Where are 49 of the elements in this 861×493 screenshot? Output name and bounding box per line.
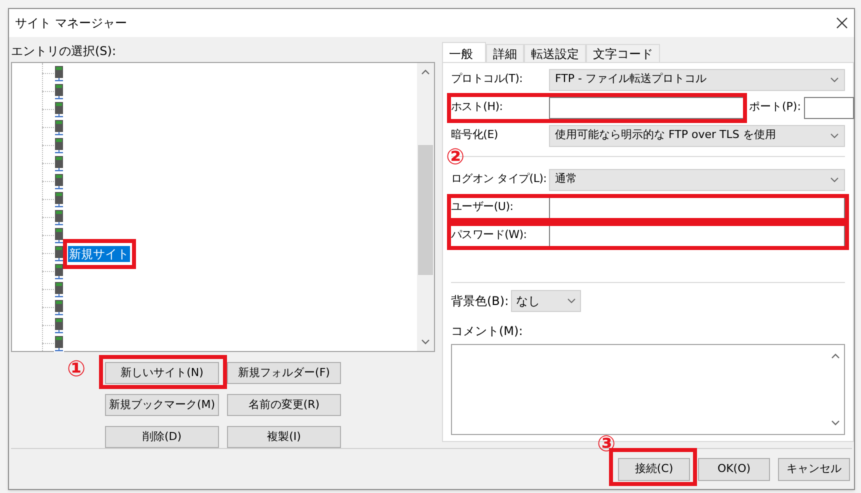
scroll-up-icon[interactable] bbox=[831, 352, 840, 359]
step-number: ① bbox=[67, 358, 86, 381]
scroll-up-icon[interactable] bbox=[421, 68, 430, 75]
scroll-down-icon[interactable] bbox=[831, 420, 840, 426]
close-icon[interactable] bbox=[836, 16, 848, 29]
dialog-button[interactable]: 接続(C) bbox=[618, 458, 690, 481]
chevron-down-icon bbox=[567, 298, 576, 304]
dropdown[interactable]: FTP - ファイル転送プロトコル bbox=[549, 68, 845, 91]
field-label: ログオン タイプ(L): bbox=[451, 171, 548, 188]
field-label: ユーザー(U): bbox=[451, 199, 514, 216]
field-label: 背景色(B): bbox=[451, 292, 510, 310]
chevron-down-icon bbox=[830, 76, 839, 83]
field-label: パスワード(W): bbox=[451, 227, 528, 244]
tab[interactable]: 一般 bbox=[442, 42, 486, 62]
scroll-thumb[interactable] bbox=[418, 144, 433, 275]
step-number: ③ bbox=[597, 434, 616, 456]
field-label: コメント(M): bbox=[451, 322, 524, 340]
tab[interactable]: 詳細 bbox=[486, 44, 524, 62]
dialog-button[interactable]: 新規ブックマーク(M) bbox=[105, 394, 219, 416]
dialog-button[interactable]: 削除(D) bbox=[105, 426, 219, 448]
window-title: サイト マネージャー bbox=[15, 14, 127, 32]
comment-field[interactable] bbox=[451, 344, 845, 435]
dialog-button[interactable]: キャンセル bbox=[778, 458, 850, 481]
dialog-button[interactable]: 名前の変更(R) bbox=[227, 394, 341, 416]
tree-item[interactable]: 新規サイト bbox=[68, 246, 130, 262]
host-field[interactable] bbox=[549, 96, 745, 119]
dropdown[interactable]: 使用可能なら明示的な FTP over TLS を使用 bbox=[549, 124, 845, 147]
step-number: ② bbox=[446, 146, 465, 169]
text-field[interactable] bbox=[549, 196, 845, 219]
dropdown[interactable]: 通常 bbox=[549, 168, 845, 191]
port-field[interactable] bbox=[804, 96, 854, 119]
section-label: エントリの選択(S): bbox=[11, 42, 118, 60]
tab[interactable]: 転送設定 bbox=[524, 44, 586, 62]
chevron-down-icon bbox=[830, 176, 839, 183]
field-label: プロトコル(T): bbox=[451, 71, 524, 88]
dialog-button[interactable]: 新規フォルダー(F) bbox=[227, 362, 341, 384]
dropdown[interactable]: なし bbox=[511, 290, 581, 312]
scrollbar[interactable] bbox=[417, 62, 434, 351]
chevron-down-icon bbox=[830, 132, 839, 139]
dialog-button[interactable]: 複製(I) bbox=[227, 426, 341, 448]
field-label: 暗号化(E) bbox=[451, 127, 499, 144]
server-icon bbox=[54, 246, 64, 262]
scroll-down-icon[interactable] bbox=[421, 338, 430, 345]
tab[interactable]: 文字コード bbox=[586, 44, 660, 62]
dialog-button[interactable]: 新しいサイト(N) bbox=[105, 362, 219, 384]
field-label: ポート(P): bbox=[749, 99, 801, 116]
field-label: ホスト(H): bbox=[451, 99, 504, 116]
text-field[interactable] bbox=[549, 224, 845, 247]
dialog-button[interactable]: OK(O) bbox=[698, 458, 770, 481]
